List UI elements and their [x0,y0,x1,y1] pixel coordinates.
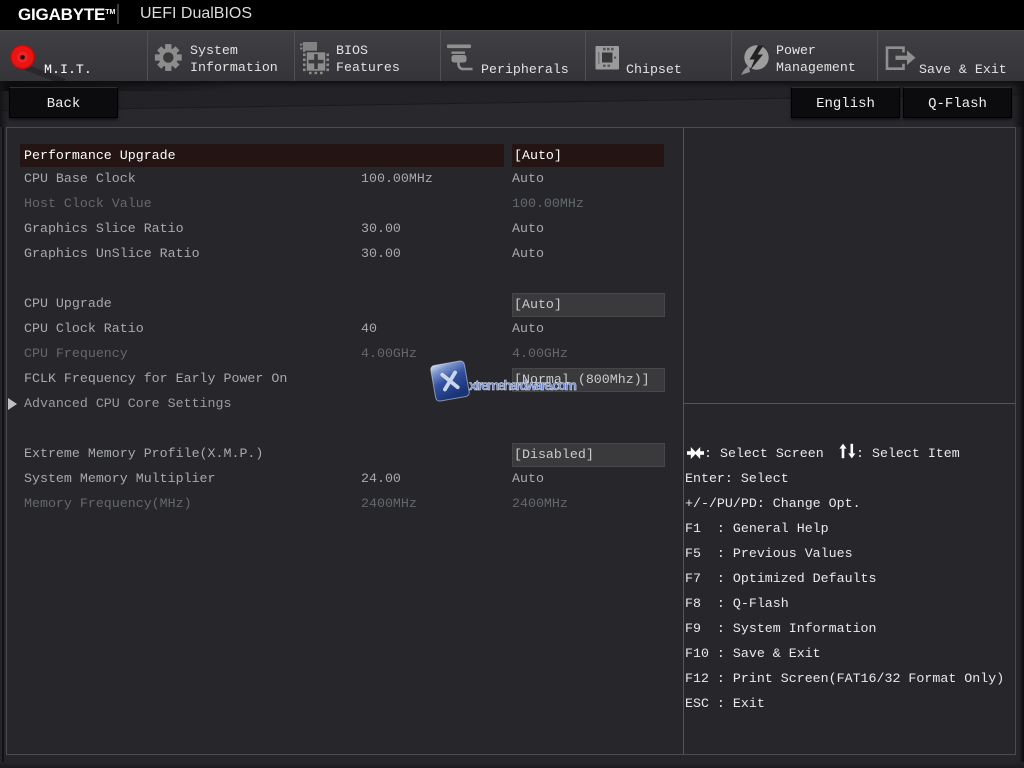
svg-text:xtremehardware.com: xtremehardware.com [469,377,577,393]
